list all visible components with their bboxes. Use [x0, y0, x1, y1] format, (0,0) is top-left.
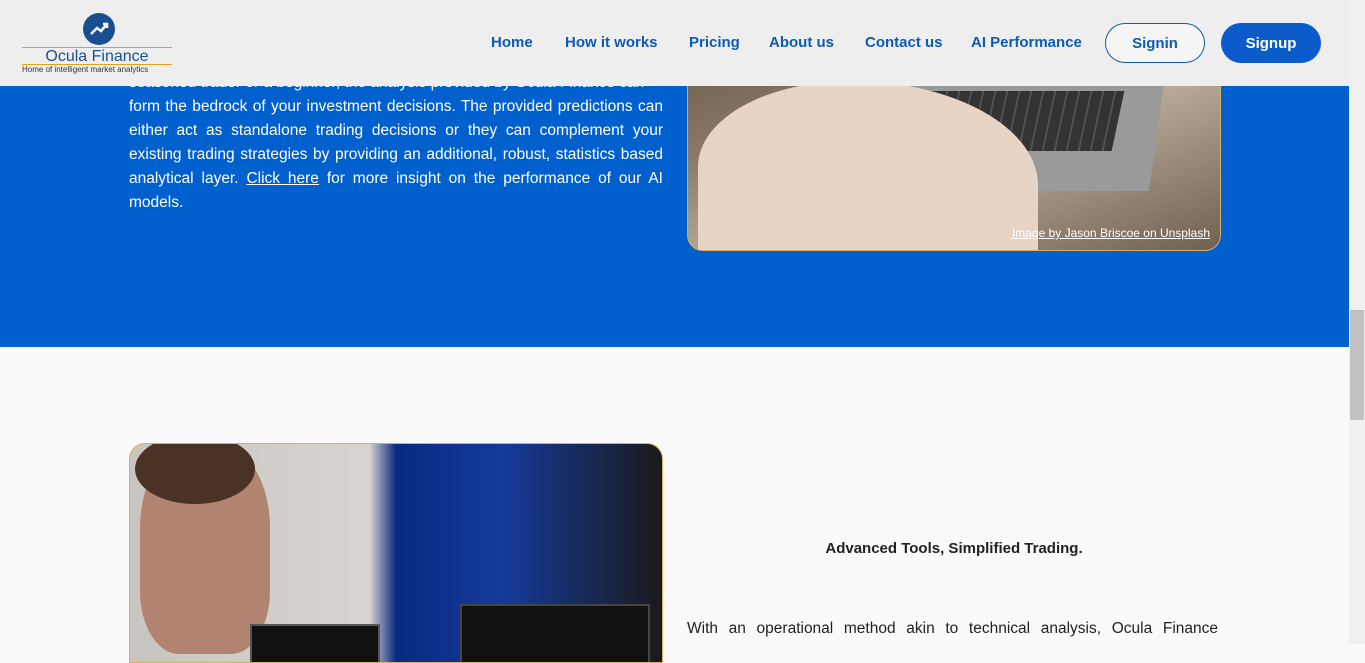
scrollbar-thumb[interactable]: [1350, 310, 1364, 420]
monitor-right: [460, 604, 650, 662]
scrollbar[interactable]: [1349, 0, 1365, 644]
nav-ai-performance[interactable]: AI Performance: [971, 34, 1082, 51]
signup-button[interactable]: Signup: [1221, 23, 1321, 63]
hero-description: seasoned trader or a beginner, the analy…: [129, 71, 663, 215]
image-credit-link[interactable]: Image by Jason Briscoe on Unsplash: [1012, 226, 1210, 240]
logo[interactable]: Ocula Finance Home of intelligent market…: [22, 12, 174, 78]
trending-up-icon: [83, 13, 115, 45]
signin-button[interactable]: Signin: [1105, 23, 1205, 63]
navbar: Ocula Finance Home of intelligent market…: [0, 0, 1349, 86]
click-here-link[interactable]: Click here: [246, 170, 318, 187]
section-title: Advanced Tools, Simplified Trading.: [825, 540, 1083, 557]
section-text: With an operational method akin to techn…: [687, 620, 1218, 637]
brand-tagline: Home of intelligent market analytics: [22, 65, 149, 74]
nav-home[interactable]: Home: [491, 34, 533, 51]
nav-how-it-works[interactable]: How it works: [565, 34, 658, 51]
nav-pricing[interactable]: Pricing: [689, 34, 740, 51]
trader-photo: [129, 443, 663, 663]
nav-contact-us[interactable]: Contact us: [865, 34, 943, 51]
nav-about-us[interactable]: About us: [769, 34, 834, 51]
